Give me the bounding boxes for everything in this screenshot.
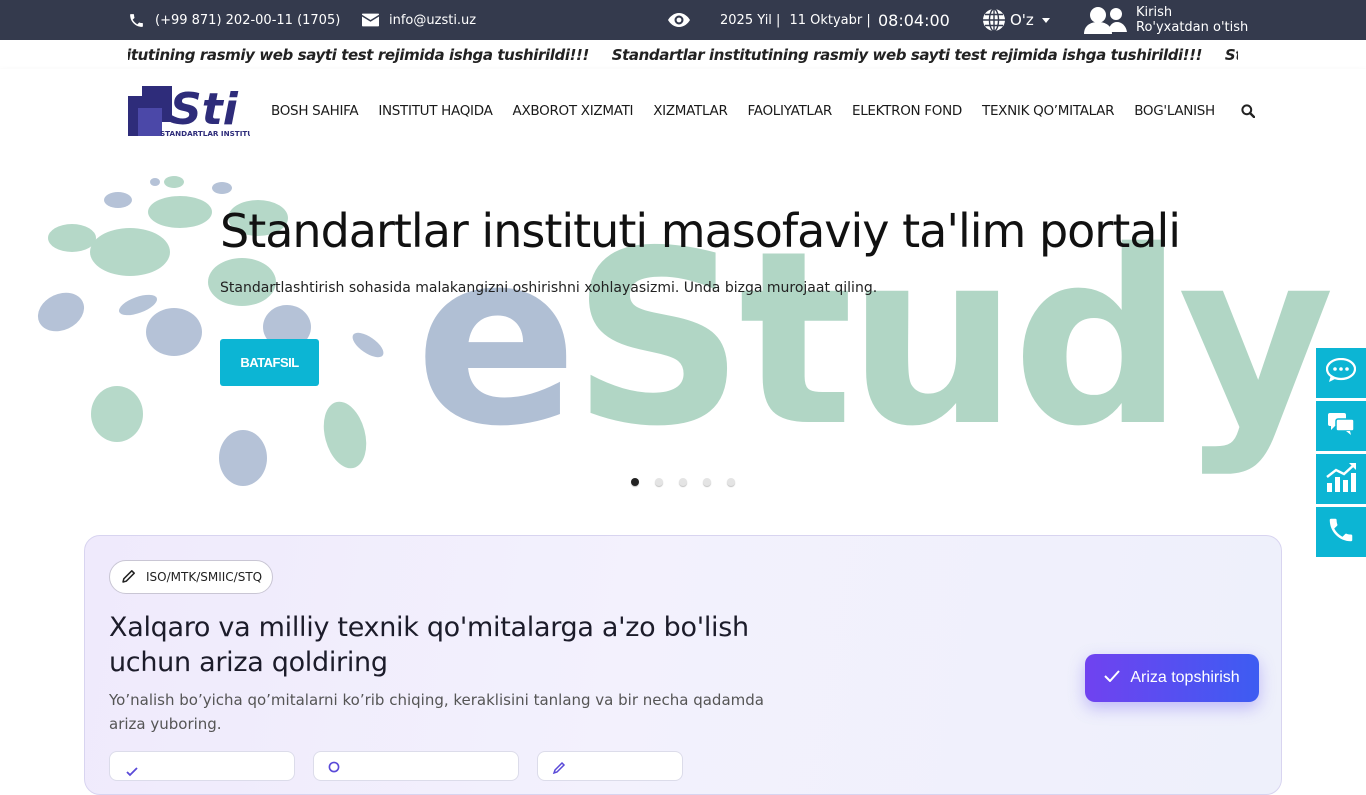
announcement-text: Standartlar institutini: [1224, 46, 1238, 64]
search-icon[interactable]: [1241, 103, 1255, 118]
card-description: Yo’nalish bo’yicha qo’mitalarni ko’rib c…: [109, 691, 764, 733]
slider-dot-4[interactable]: [703, 478, 711, 486]
email-address: info@uzsti.uz: [389, 12, 477, 28]
date-display: 2025 Yil | 11 Oktyabr |: [720, 0, 871, 40]
messages-button[interactable]: [1316, 401, 1366, 451]
option-card[interactable]: [109, 751, 295, 781]
email-contact[interactable]: info@uzsti.uz: [362, 0, 476, 40]
chip-label: ISO/MTK/SMIIC/STQ: [146, 570, 263, 584]
comments-icon: [1328, 413, 1355, 439]
standards-chip: ISO/MTK/SMIIC/STQ: [109, 560, 274, 594]
pen-icon: [552, 760, 566, 779]
nav-item-home[interactable]: BOSH SAHIFA: [271, 103, 359, 119]
slider-dot-1[interactable]: [631, 478, 639, 486]
statistics-button[interactable]: [1316, 454, 1366, 504]
users-icon: [1084, 6, 1128, 34]
checkmark-icon: [1104, 669, 1121, 687]
hero-slider: eStudy Standartlar instituti masofaviy t…: [0, 152, 1366, 512]
slider-dot-5[interactable]: [727, 478, 735, 486]
submit-application-button[interactable]: Ariza topshirish: [1085, 654, 1259, 702]
nav-item-news[interactable]: AXBOROT XIZMATI: [513, 103, 634, 119]
site-logo[interactable]: Sti STANDARTLAR INSTITUTI: [128, 82, 261, 138]
announcement-ticker: r institutining rasmiy web sayti test re…: [128, 40, 1238, 69]
chevron-down-icon: [1041, 17, 1050, 23]
language-selector[interactable]: O'z: [982, 0, 1050, 40]
main-navbar: Sti STANDARTLAR INSTITUTI BOSH SAHIFA IN…: [0, 69, 1366, 152]
eye-icon: [668, 13, 690, 27]
register-link[interactable]: Ro'yxatdan o'tish: [1136, 20, 1248, 35]
nav-menu: BOSH SAHIFA INSTITUT HAQIDA AXBOROT XIZM…: [271, 69, 1255, 152]
pencil-icon: [122, 569, 136, 586]
current-date: 11 Oktyabr |: [789, 12, 871, 28]
nav-item-technical-committees[interactable]: TEXNIK QO’MITALAR: [982, 103, 1115, 119]
option-card[interactable]: [313, 751, 519, 781]
chat-button[interactable]: [1316, 348, 1366, 398]
current-time: 08:04:00: [878, 10, 950, 30]
growth-chart-icon: [1325, 461, 1357, 497]
logo-caption: STANDARTLAR INSTITUTI: [160, 129, 250, 138]
phone-contact[interactable]: (+99 871) 202-00-11 (1705): [128, 0, 340, 40]
user-auth[interactable]: Kirish Ro'yxatdan o'tish: [1084, 0, 1248, 40]
current-year: 2025 Yil |: [720, 12, 781, 28]
nav-item-services[interactable]: XIZMATLAR: [653, 103, 728, 119]
current-language: O'z: [1010, 11, 1034, 29]
hero-more-button[interactable]: BATAFSIL: [220, 339, 319, 386]
nav-item-about[interactable]: INSTITUT HAQIDA: [378, 103, 493, 119]
option-card[interactable]: [537, 751, 683, 781]
top-bar: (+99 871) 202-00-11 (1705) info@uzsti.uz…: [0, 0, 1366, 40]
committee-application-card: ISO/MTK/SMIIC/STQ Xalqaro va milliy texn…: [84, 535, 1282, 795]
slider-indicators: [631, 478, 735, 486]
slider-dot-2[interactable]: [655, 478, 663, 486]
check-icon: [126, 762, 138, 781]
submit-label: Ariza topshirish: [1130, 669, 1240, 686]
login-link[interactable]: Kirish: [1136, 5, 1172, 20]
phone-icon: [128, 12, 145, 29]
card-title: Xalqaro va milliy texnik qo'mitalarga a'…: [109, 612, 749, 678]
phone-number: (+99 871) 202-00-11 (1705): [155, 12, 341, 28]
announcement-text: r institutining rasmiy web sayti test re…: [128, 46, 589, 64]
nav-item-contact[interactable]: BOG'LANISH: [1134, 103, 1215, 119]
envelope-icon: [362, 13, 379, 27]
call-button[interactable]: [1316, 507, 1366, 557]
hero-title: Standartlar instituti masofaviy ta'lim p…: [220, 204, 1181, 258]
announcement-text: Standartlar institutining rasmiy web say…: [611, 46, 1203, 64]
chat-bubble-icon: [1325, 357, 1357, 388]
phone-icon: [1326, 515, 1356, 549]
nav-item-activities[interactable]: FAOLIYATLAR: [748, 103, 833, 119]
nav-item-electronic-fund[interactable]: ELEKTRON FOND: [852, 103, 962, 119]
visually-impaired-toggle[interactable]: [668, 0, 690, 40]
globe-icon: [982, 8, 1006, 32]
hero-subtitle: Standartlashtirish sohasida malakangizni…: [220, 280, 878, 296]
logo-mark: Sti: [170, 84, 239, 135]
slider-dot-3[interactable]: [679, 478, 687, 486]
search-icon: [328, 760, 342, 779]
